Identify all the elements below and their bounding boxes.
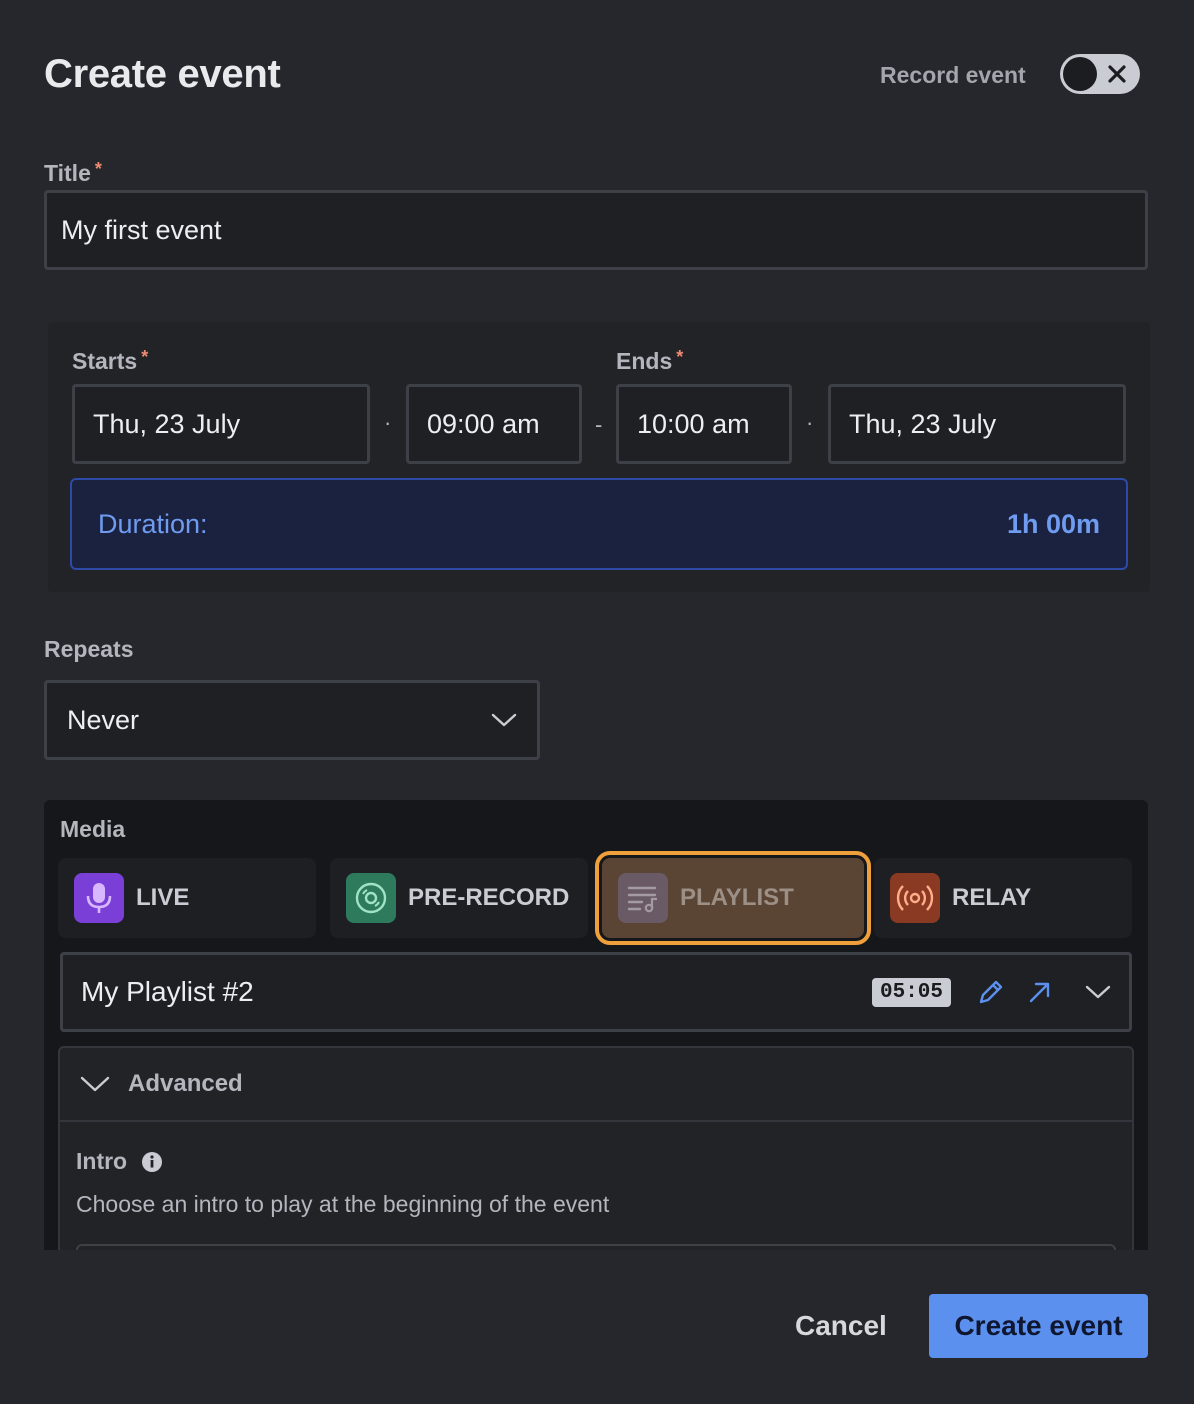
playlist-duration-badge: 05:05 <box>871 977 951 1007</box>
start-time-field[interactable]: 09:00 am <box>406 384 582 464</box>
repeats-select[interactable]: Never <box>44 680 540 760</box>
chevron-down-icon <box>491 713 517 727</box>
repeats-label: Repeats <box>44 636 134 662</box>
broadcast-icon <box>890 873 940 923</box>
playlist-select[interactable]: My Playlist #2 05:05 <box>60 952 1132 1032</box>
separator-dash: - <box>595 412 603 437</box>
tab-playlist[interactable]: PLAYLIST <box>595 851 871 945</box>
record-event-toggle[interactable] <box>1060 54 1140 94</box>
intro-select[interactable] <box>76 1244 1116 1250</box>
create-event-button[interactable]: Create event <box>929 1294 1148 1358</box>
required-mark: * <box>141 347 149 367</box>
external-link-icon[interactable] <box>1025 977 1055 1007</box>
required-mark: * <box>94 159 102 179</box>
separator-dot: · <box>384 410 392 435</box>
title-input[interactable]: My first event <box>44 190 1148 270</box>
title-label: Title * <box>44 159 102 186</box>
start-date-value: Thu, 23 July <box>93 408 241 439</box>
media-section: Media LIVE PRE-RECORD PLAYLIST RELAY My … <box>44 800 1148 1250</box>
chevron-down-icon <box>80 1076 110 1092</box>
playlist-name: My Playlist #2 <box>81 976 254 1007</box>
tab-relay[interactable]: RELAY <box>874 858 1132 938</box>
end-time-field[interactable]: 10:00 am <box>616 384 792 464</box>
chevron-down-icon[interactable] <box>1085 984 1111 1000</box>
start-time-value: 09:00 am <box>427 408 540 439</box>
media-label: Media <box>60 816 126 842</box>
end-date-value: Thu, 23 July <box>849 408 997 439</box>
intro-description: Choose an intro to play at the beginning… <box>76 1191 610 1217</box>
duration-label: Duration: <box>98 508 208 539</box>
end-time-value: 10:00 am <box>637 408 750 439</box>
tab-relay-label: RELAY <box>952 884 1032 911</box>
advanced-panel: Advanced Intro Choose an intro to play a… <box>58 1046 1134 1250</box>
tab-live-label: LIVE <box>136 884 190 911</box>
record-event-label: Record event <box>880 62 1026 88</box>
advanced-toggle[interactable]: Advanced <box>60 1048 1132 1122</box>
disc-icon <box>346 873 396 923</box>
cancel-button[interactable]: Cancel <box>795 1310 887 1342</box>
duration-value: 1h 00m <box>1006 508 1100 539</box>
separator-dot: · <box>806 410 814 435</box>
required-mark: * <box>676 347 684 367</box>
ends-label: Ends * <box>616 347 684 374</box>
tab-pre-record-label: PRE-RECORD <box>408 884 570 911</box>
tab-live[interactable]: LIVE <box>58 858 316 938</box>
start-date-field[interactable]: Thu, 23 July <box>72 384 370 464</box>
microphone-icon <box>74 873 124 923</box>
info-icon[interactable] <box>141 1151 163 1173</box>
page-title: Create event <box>44 52 281 96</box>
title-input-value: My first event <box>61 214 222 245</box>
repeats-value: Never <box>67 704 140 735</box>
tab-pre-record[interactable]: PRE-RECORD <box>330 858 588 938</box>
playlist-icon <box>618 873 668 923</box>
intro-label: Intro <box>76 1148 128 1174</box>
end-date-field[interactable]: Thu, 23 July <box>828 384 1126 464</box>
advanced-label: Advanced <box>128 1070 243 1097</box>
duration-banner: Duration: 1h 00m <box>70 478 1128 570</box>
starts-label: Starts * <box>72 347 149 374</box>
close-icon <box>1108 65 1126 83</box>
toggle-knob <box>1063 57 1097 91</box>
tab-playlist-label: PLAYLIST <box>680 884 794 911</box>
edit-icon[interactable] <box>975 976 1007 1008</box>
